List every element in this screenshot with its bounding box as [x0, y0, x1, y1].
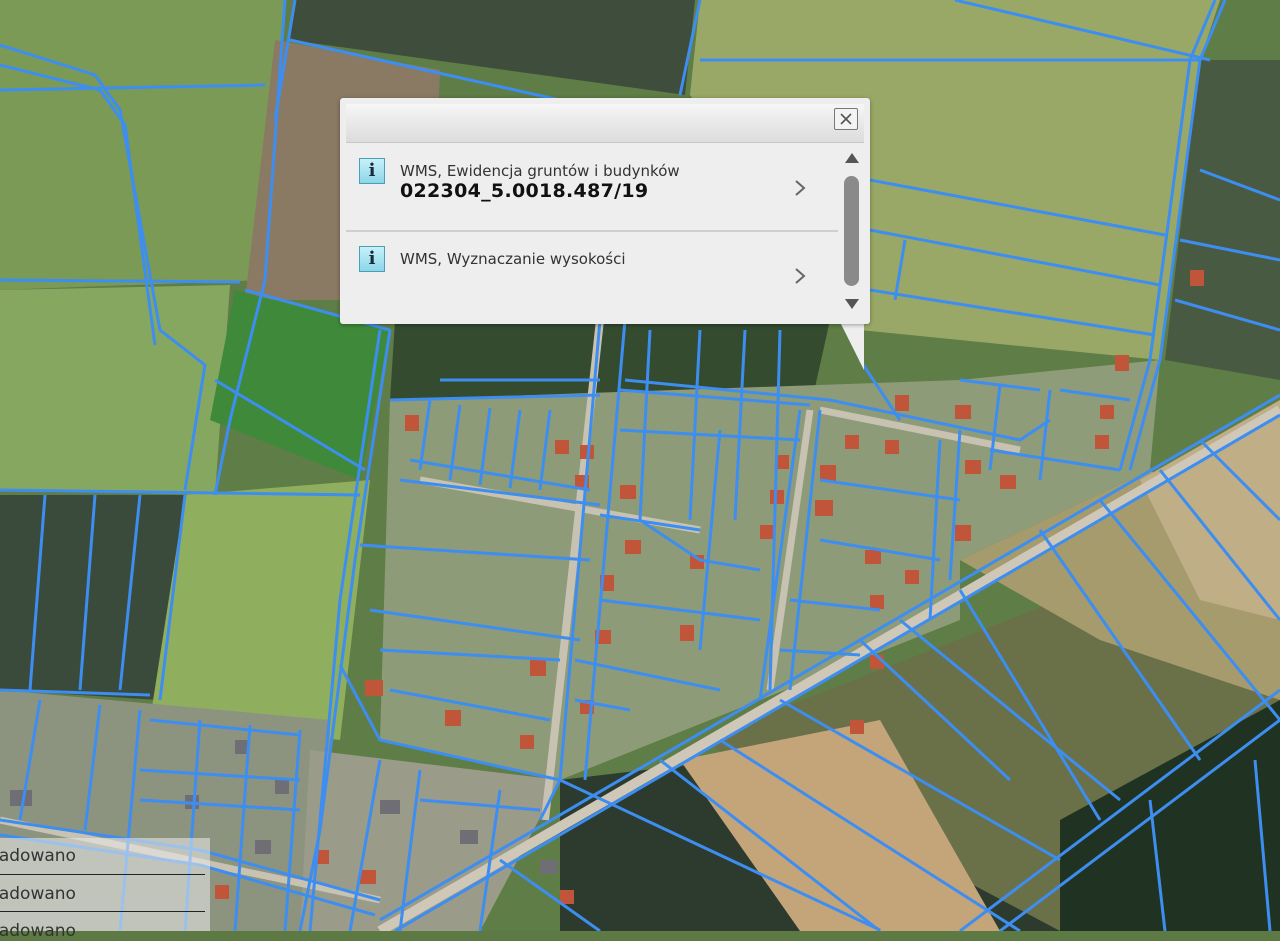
popup-scrollbar[interactable] — [840, 146, 864, 318]
status-line: ładowano — [0, 846, 76, 866]
chevron-right-icon — [795, 180, 806, 196]
close-icon — [840, 113, 852, 125]
close-button[interactable] — [834, 108, 858, 130]
result-layer-name: WMS, Ewidencja gruntów i budynków — [400, 162, 680, 180]
result-layer-name: WMS, Wyznaczanie wysokości — [400, 250, 626, 268]
status-line: ładowano — [0, 884, 76, 904]
identify-popup: i WMS, Ewidencja gruntów i budynków 0223… — [340, 98, 870, 324]
divider — [0, 874, 205, 875]
field — [0, 285, 230, 495]
popup-header — [346, 104, 864, 143]
result-parcel-id: 022304_5.0018.487/19 — [400, 180, 649, 202]
scroll-down-arrow-icon[interactable] — [844, 298, 860, 310]
info-icon: i — [359, 158, 385, 184]
divider — [0, 911, 205, 912]
results-list: i WMS, Ewidencja gruntów i budynków 0223… — [346, 144, 838, 320]
info-icon: i — [359, 246, 385, 272]
popup-pointer — [838, 318, 864, 370]
result-item-wysokosci[interactable]: i WMS, Wyznaczanie wysokości — [346, 232, 838, 320]
scroll-up-arrow-icon[interactable] — [844, 152, 860, 164]
result-item-ewidencja[interactable]: i WMS, Ewidencja gruntów i budynków 0223… — [346, 144, 838, 232]
layer-load-status: ładowano ładowano ładowano — [0, 838, 210, 941]
status-line: ładowano — [0, 921, 76, 941]
chevron-right-icon — [795, 268, 806, 284]
scroll-thumb[interactable] — [844, 176, 859, 286]
